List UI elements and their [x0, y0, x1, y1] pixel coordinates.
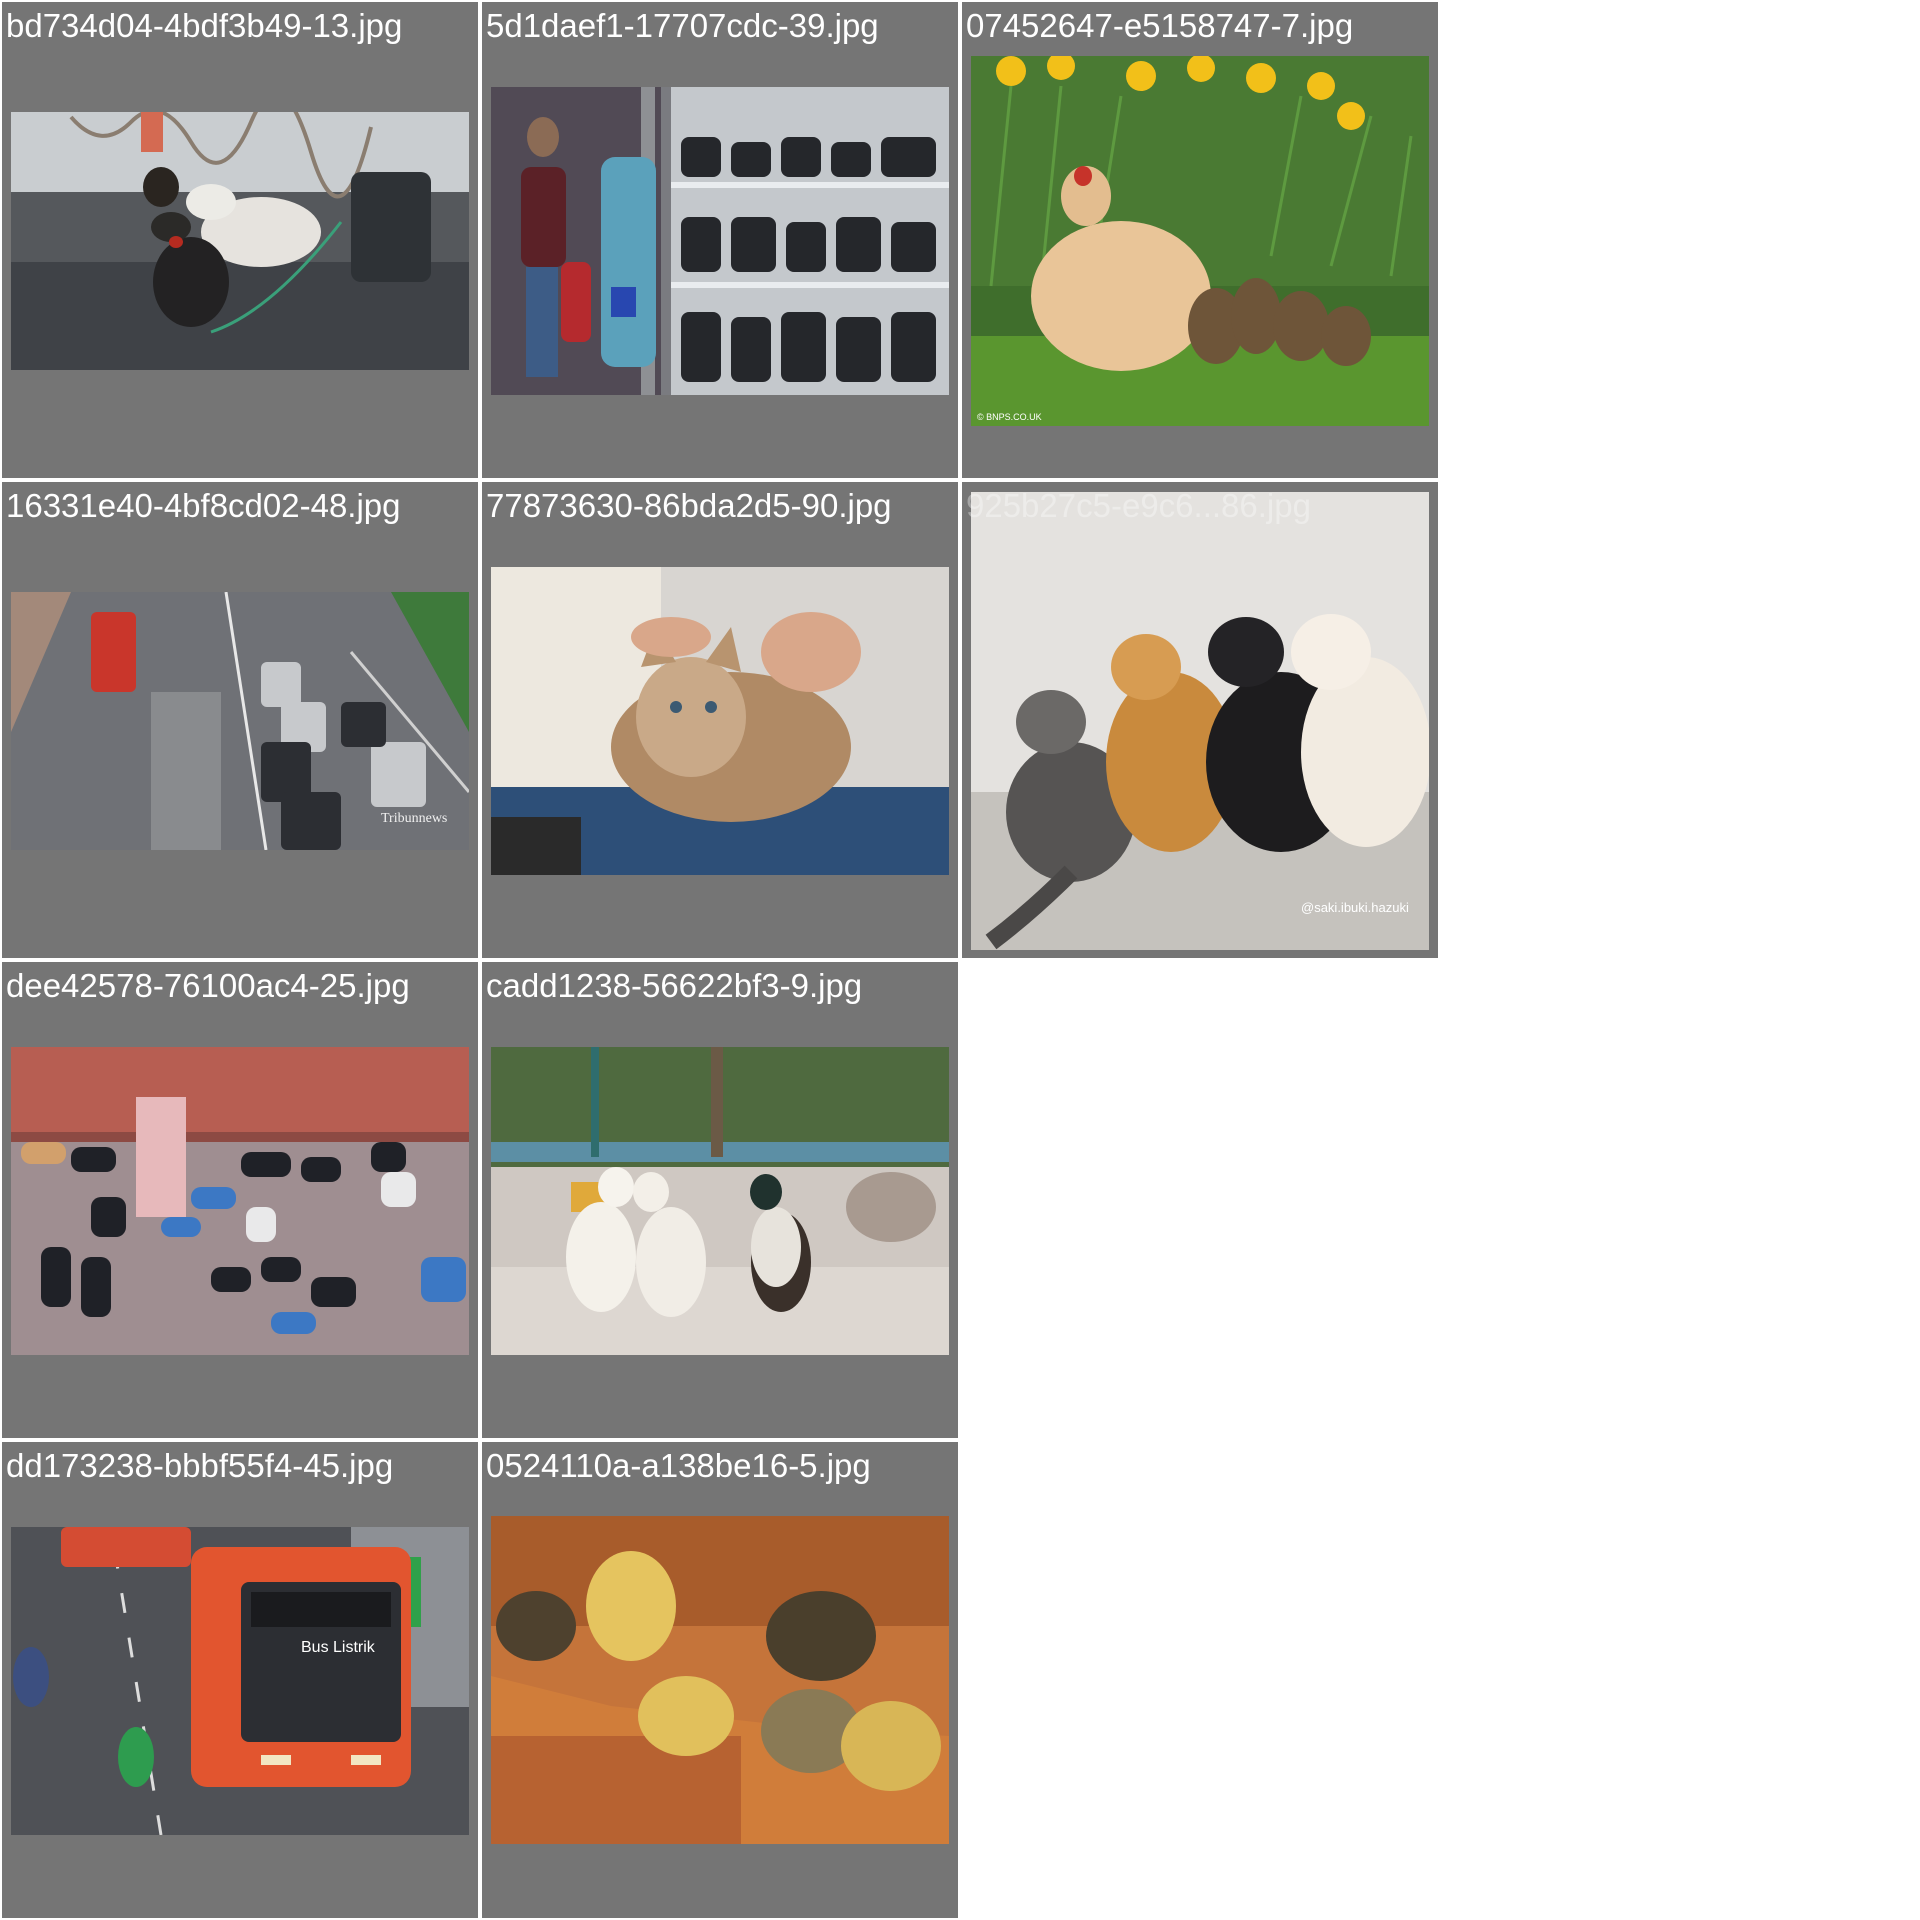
image-tile[interactable]: cadd1238-56622bf3-9.jpg [482, 962, 958, 1438]
tile-filename: 77873630-86bda2d5-90.jpg [486, 487, 892, 524]
image-tile[interactable]: 5d1daef1-17707cdc-39.jpg [482, 2, 958, 478]
image-tile[interactable]: 07452647-e5158747-7.jpg © BNPS.CO.UK [962, 2, 1438, 478]
photo-three-ducks [491, 1047, 949, 1355]
bus-sign-text: Bus Listrik [301, 1639, 376, 1656]
photo-chickens [11, 112, 469, 370]
photo-traffic-road: Tribunnews [11, 592, 469, 850]
image-tile[interactable]: @saki.ibuki.hazuki 925b27c5-e9c6...86.jp… [962, 482, 1438, 958]
image-tile[interactable]: 16331e40-4bf8cd02-48.jpg Tribunnews [2, 482, 478, 958]
tile-filename: dd173238-bbbf55f4-45.jpg [6, 1447, 394, 1484]
image-tile[interactable]: bd734d04-4bdf3b49-13.jpg [2, 2, 478, 478]
photo-hen-ducklings: © BNPS.CO.UK [971, 56, 1429, 426]
image-grid: bd734d04-4bdf3b49-13.jpg 5d1daef1-17707c… [0, 0, 1920, 1920]
tile-filename: 16331e40-4bf8cd02-48.jpg [6, 487, 401, 524]
photo-cat-petted [491, 567, 949, 875]
watermark-text: © BNPS.CO.UK [977, 412, 1042, 422]
tile-filename: dee42578-76100ac4-25.jpg [6, 967, 410, 1004]
tile-filename: 5d1daef1-17707cdc-39.jpg [486, 7, 879, 44]
image-tile[interactable]: dd173238-bbbf55f4-45.jpg Bus Listrik [2, 1442, 478, 1918]
tile-filename: bd734d04-4bdf3b49-13.jpg [6, 7, 403, 44]
tile-filename: 07452647-e5158747-7.jpg [966, 7, 1354, 44]
image-tile[interactable]: dee42578-76100ac4-25.jpg [2, 962, 478, 1438]
image-tile[interactable]: 0524110a-a138be16-5.jpg [482, 1442, 958, 1918]
watermark-text: @saki.ibuki.hazuki [1301, 900, 1409, 915]
image-tile[interactable]: 77873630-86bda2d5-90.jpg [482, 482, 958, 958]
tile-filename: 925b27c5-e9c6...86.jpg [966, 487, 1311, 524]
tile-filename: 0524110a-a138be16-5.jpg [486, 1447, 871, 1484]
tile-filename: cadd1238-56622bf3-9.jpg [486, 967, 863, 1004]
photo-sandal-shop [491, 87, 949, 395]
watermark-text: Tribunnews [381, 811, 447, 826]
photo-ducklings [491, 1516, 949, 1844]
photo-electric-bus: Bus Listrik [11, 1527, 469, 1835]
photo-cat-and-dogs: @saki.ibuki.hazuki [971, 492, 1429, 950]
photo-shoes-floor [11, 1047, 469, 1355]
